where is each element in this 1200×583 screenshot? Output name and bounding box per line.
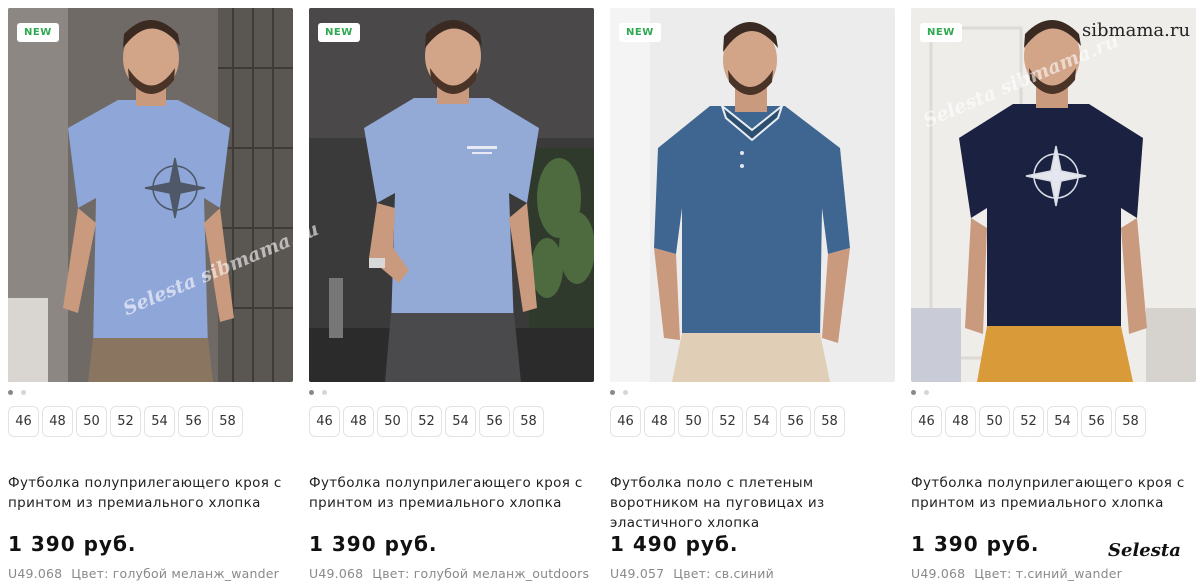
product-sku: U49.057 <box>610 566 665 581</box>
product-price: 1 390 руб. <box>911 532 1040 556</box>
product-meta: U49.057 Цвет: св.синий <box>610 566 774 581</box>
product-color: Цвет: св.синий <box>673 566 774 581</box>
product-grid: NEW 46 48 50 52 54 56 58 Футболка полупр… <box>0 0 1200 583</box>
brand-watermark: Selesta <box>1108 540 1181 561</box>
size-option[interactable]: 52 <box>110 406 141 437</box>
carousel-dot-active[interactable] <box>8 390 13 395</box>
size-option[interactable]: 52 <box>411 406 442 437</box>
size-option[interactable]: 56 <box>780 406 811 437</box>
size-option[interactable]: 52 <box>1013 406 1044 437</box>
product-title[interactable]: Футболка полуприлегающего кроя с принтом… <box>8 473 293 513</box>
size-option[interactable]: 58 <box>212 406 243 437</box>
new-badge: NEW <box>920 23 962 42</box>
size-option[interactable]: 46 <box>610 406 641 437</box>
size-option[interactable]: 52 <box>712 406 743 437</box>
carousel-dot-active[interactable] <box>610 390 615 395</box>
size-option[interactable]: 56 <box>178 406 209 437</box>
product-price: 1 490 руб. <box>610 532 739 556</box>
size-selector: 46 48 50 52 54 56 58 <box>610 406 848 438</box>
size-selector: 46 48 50 52 54 56 58 <box>309 406 547 438</box>
size-option[interactable]: 56 <box>1081 406 1112 437</box>
product-photo[interactable]: NEW <box>911 8 1196 382</box>
product-card[interactable]: NEW 46 48 50 52 54 56 58 Футболка полупр… <box>8 0 293 583</box>
product-price: 1 390 руб. <box>309 532 438 556</box>
product-price: 1 390 руб. <box>8 532 137 556</box>
new-badge: NEW <box>619 23 661 42</box>
carousel-dot[interactable] <box>924 390 929 395</box>
product-photo[interactable]: NEW <box>610 8 895 382</box>
product-title[interactable]: Футболка полуприлегающего кроя с принтом… <box>911 473 1196 513</box>
carousel-dot-active[interactable] <box>309 390 314 395</box>
product-meta: U49.068 Цвет: т.синий_wander <box>911 566 1122 581</box>
size-option[interactable]: 48 <box>644 406 675 437</box>
size-option[interactable]: 46 <box>8 406 39 437</box>
product-color: Цвет: т.синий_wander <box>974 566 1123 581</box>
product-title[interactable]: Футболка полуприлегающего кроя с принтом… <box>309 473 594 513</box>
size-option[interactable]: 48 <box>42 406 73 437</box>
size-option[interactable]: 50 <box>678 406 709 437</box>
size-option[interactable]: 54 <box>746 406 777 437</box>
size-option[interactable]: 56 <box>479 406 510 437</box>
product-card[interactable]: NEW 46 48 50 52 54 56 58 Футболка поло с… <box>610 0 895 583</box>
product-title[interactable]: Футболка поло с плетеным воротником на п… <box>610 473 895 533</box>
carousel-dots <box>8 390 48 396</box>
size-option[interactable]: 50 <box>377 406 408 437</box>
size-option[interactable]: 58 <box>814 406 845 437</box>
product-photo-art <box>610 8 895 382</box>
product-meta: U49.068 Цвет: голубой меланж_wander <box>8 566 279 581</box>
size-selector: 46 48 50 52 54 56 58 <box>911 406 1149 438</box>
product-photo-art <box>911 8 1196 382</box>
size-selector: 46 48 50 52 54 56 58 <box>8 406 246 438</box>
size-option[interactable]: 58 <box>513 406 544 437</box>
product-card[interactable]: NEW sibmama.ru sibmama.ru 46 48 50 52 54… <box>309 0 594 583</box>
product-photo-art <box>309 8 594 382</box>
size-option[interactable]: 48 <box>945 406 976 437</box>
site-watermark: sibmama.ru <box>1082 20 1191 41</box>
size-option[interactable]: 54 <box>144 406 175 437</box>
carousel-dot-active[interactable] <box>911 390 916 395</box>
size-option[interactable]: 54 <box>1047 406 1078 437</box>
carousel-dot[interactable] <box>623 390 628 395</box>
product-photo-art <box>8 8 293 382</box>
carousel-dot[interactable] <box>322 390 327 395</box>
carousel-dots <box>610 390 650 396</box>
size-option[interactable]: 58 <box>1115 406 1146 437</box>
new-badge: NEW <box>17 23 59 42</box>
new-badge: NEW <box>318 23 360 42</box>
product-color: Цвет: голубой меланж_wander <box>71 566 280 581</box>
product-sku: U49.068 <box>8 566 63 581</box>
product-sku: U49.068 <box>309 566 364 581</box>
product-sku: U49.068 <box>911 566 966 581</box>
size-option[interactable]: 50 <box>979 406 1010 437</box>
product-card[interactable]: NEW 46 48 50 52 54 56 58 Футболка полупр… <box>911 0 1196 583</box>
product-photo[interactable]: NEW sibmama.ru sibmama.ru <box>309 8 594 382</box>
product-color: Цвет: голубой меланж_outdoors <box>372 566 590 581</box>
carousel-dots <box>911 390 951 396</box>
product-photo[interactable]: NEW <box>8 8 293 382</box>
size-option[interactable]: 46 <box>309 406 340 437</box>
size-option[interactable]: 54 <box>445 406 476 437</box>
size-option[interactable]: 46 <box>911 406 942 437</box>
size-option[interactable]: 50 <box>76 406 107 437</box>
product-meta: U49.068 Цвет: голубой меланж_outdoors <box>309 566 589 581</box>
carousel-dots <box>309 390 349 396</box>
size-option[interactable]: 48 <box>343 406 374 437</box>
carousel-dot[interactable] <box>21 390 26 395</box>
